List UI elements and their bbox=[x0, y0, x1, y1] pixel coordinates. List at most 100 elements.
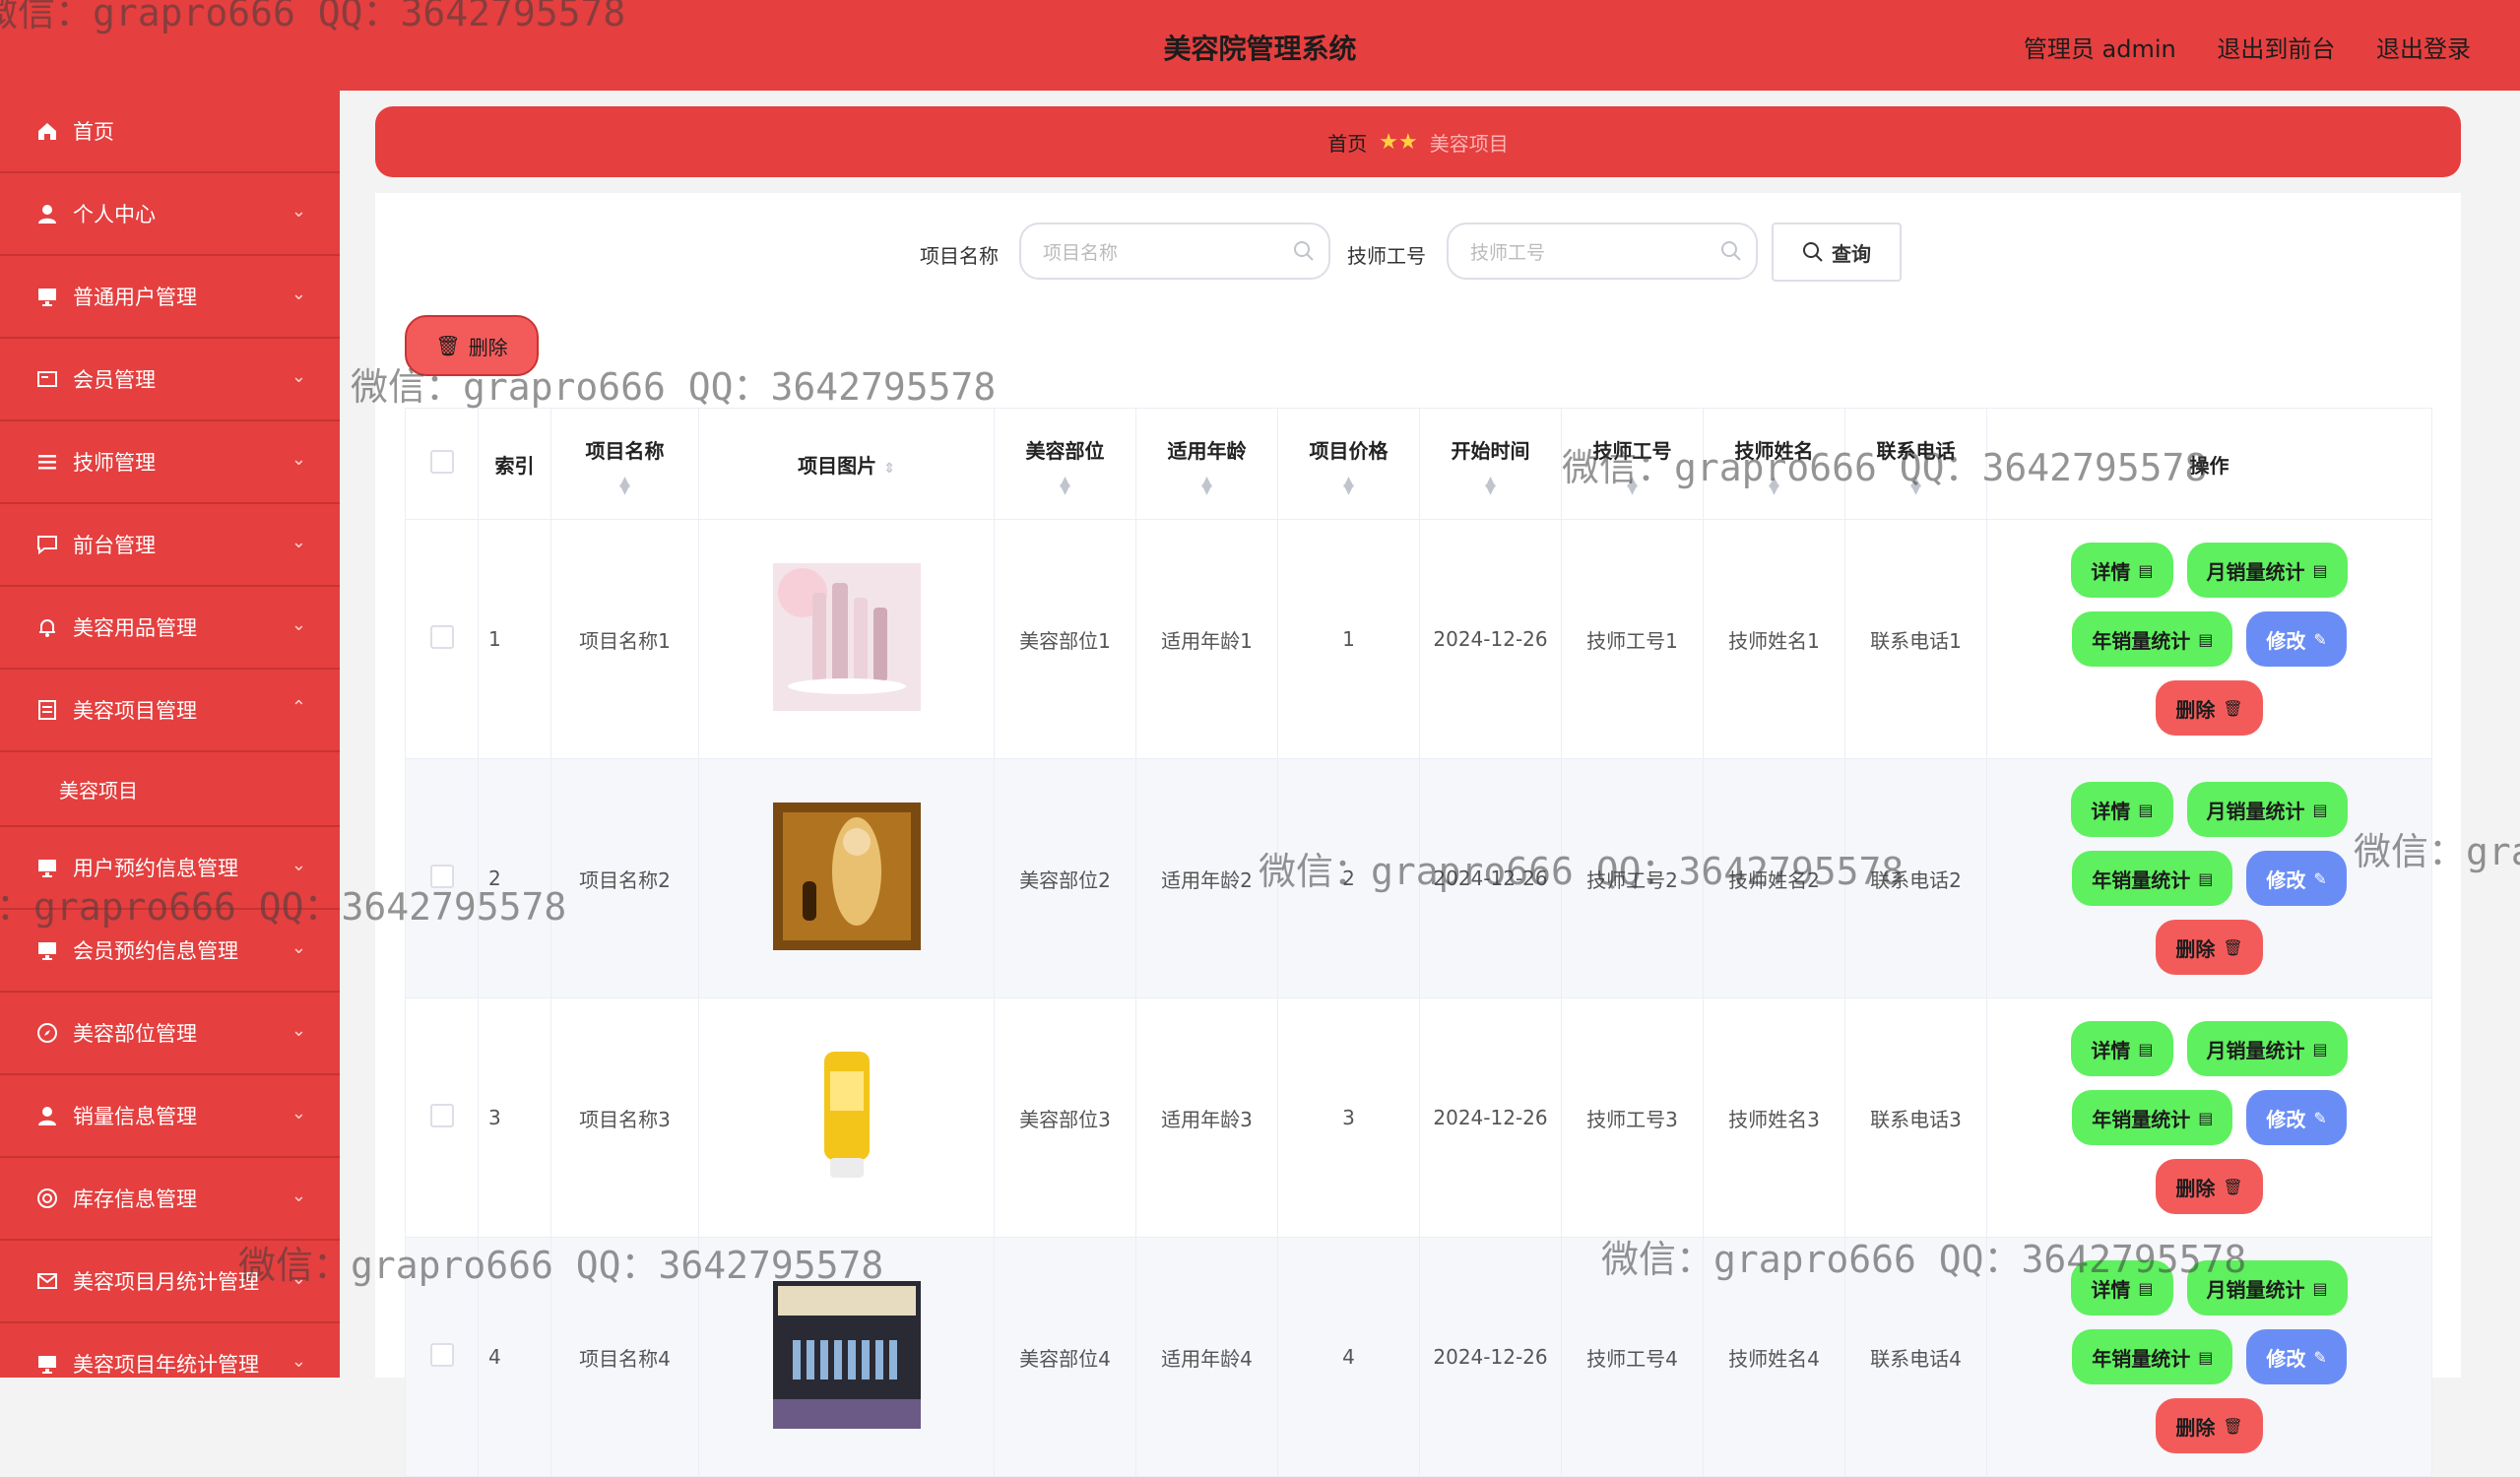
month-stat-button[interactable]: 月销量统计 ▤ bbox=[2186, 1260, 2348, 1316]
sidebar-item[interactable]: 普通用户管理 ⌄ bbox=[0, 256, 340, 339]
product-image bbox=[772, 1280, 921, 1434]
table-row[interactable]: 3 项目名称3 美容部位3 适用年龄3 3 2024-12-26 技师工号3 技师姓名3 联系电… bbox=[405, 997, 2432, 1238]
row-delete-button[interactable]: 删除 🗑 bbox=[2156, 1159, 2263, 1214]
edit-button[interactable]: 修改 ✎ bbox=[2246, 1090, 2347, 1145]
row-delete-label: 删除 bbox=[2175, 1176, 2216, 1200]
year-stat-label: 年销量统计 bbox=[2092, 628, 2191, 653]
year-stat-button[interactable]: 年销量统计 ▤ bbox=[2072, 1090, 2233, 1145]
table-row[interactable]: 2 项目名称2 美容部位2 适用年龄2 2 2024-12-26 技师工号2 技师姓名2 联系电… bbox=[405, 758, 2432, 998]
project-name-input[interactable]: 项目名称 bbox=[1019, 223, 1330, 280]
sidebar-item[interactable]: 个人中心 ⌄ bbox=[0, 173, 340, 256]
col-header-time[interactable]: 开始时间 ▲ ▼ bbox=[1419, 408, 1562, 520]
user-icon bbox=[35, 202, 59, 225]
cell-price: 1 bbox=[1277, 519, 1420, 759]
col-header-part[interactable]: 美容部位 ▲ ▼ bbox=[994, 408, 1136, 520]
sidebar-item[interactable]: 美容部位管理 ⌄ bbox=[0, 993, 340, 1075]
table-row[interactable]: 1 项目名称1 美容部位1 适用年龄1 1 2024-12-26 技师工号1 技师姓名1 联系电… bbox=[405, 519, 2432, 759]
detail-button[interactable]: 详情 ▤ bbox=[2071, 782, 2173, 837]
chevron-icon: ⌄ bbox=[291, 1103, 306, 1124]
edit-button[interactable]: 修改 ✎ bbox=[2246, 611, 2347, 667]
col-header-age[interactable]: 适用年龄 ▲ ▼ bbox=[1135, 408, 1278, 520]
sidebar-item-label: 美容项目月统计管理 bbox=[73, 1270, 259, 1294]
col-header-name[interactable]: 项目名称 ▲ ▼ bbox=[550, 408, 699, 520]
logout-link[interactable]: 退出登录 bbox=[2376, 35, 2471, 63]
edit-button[interactable]: 修改 ✎ bbox=[2246, 1329, 2347, 1384]
sort-icon[interactable]: ▲ ▼ bbox=[552, 475, 697, 496]
sidebar-item[interactable]: 用户预约信息管理 ⌄ bbox=[0, 827, 340, 910]
technician-no-input[interactable]: 技师工号 bbox=[1447, 223, 1758, 280]
sidebar-item[interactable]: 前台管理 ⌄ bbox=[0, 504, 340, 587]
table-row[interactable]: 4 项目名称4 美容部位4 适用年龄4 4 2024-12-26 技师工号4 技师姓名4 联系电… bbox=[405, 1237, 2432, 1477]
month-stat-button[interactable]: 月销量统计 ▤ bbox=[2186, 1021, 2348, 1076]
batch-delete-button[interactable]: 🗑 删除 bbox=[405, 315, 539, 376]
detail-label: 详情 bbox=[2091, 1277, 2131, 1302]
chevron-icon: ⌄ bbox=[291, 366, 306, 387]
detail-button[interactable]: 详情 ▤ bbox=[2071, 543, 2173, 598]
month-stat-button[interactable]: 月销量统计 ▤ bbox=[2186, 543, 2348, 598]
breadcrumb-home[interactable]: 首页 bbox=[1327, 128, 1367, 157]
row-delete-button[interactable]: 删除 🗑 bbox=[2156, 1398, 2263, 1453]
sort-icon[interactable]: ▲ ▼ bbox=[996, 475, 1134, 496]
sidebar-item[interactable]: 美容项目管理 ⌃ bbox=[0, 670, 340, 752]
col-header-phone[interactable]: 联系电话 ▲ ▼ bbox=[1844, 408, 1987, 520]
sidebar-item[interactable]: 销量信息管理 ⌄ bbox=[0, 1075, 340, 1158]
row-checkbox[interactable] bbox=[405, 519, 479, 759]
sidebar-item[interactable]: 美容用品管理 ⌄ bbox=[0, 587, 340, 670]
top-bar: 美容院管理系统 管理员 admin 退出到前台 退出登录 bbox=[0, 0, 2520, 91]
row-delete-button[interactable]: 删除 🗑 bbox=[2156, 920, 2263, 975]
col-header-image[interactable]: 项目图片 ⇕ bbox=[698, 408, 995, 520]
sort-icon[interactable]: ▲ ▼ bbox=[1137, 475, 1276, 496]
sort-icon[interactable]: ▲ ▼ bbox=[1705, 475, 1843, 496]
sort-icon[interactable]: ▲ ▼ bbox=[1421, 475, 1560, 496]
col-header-tech-name[interactable]: 技师姓名 ▲ ▼ bbox=[1703, 408, 1845, 520]
row-delete-label: 删除 bbox=[2175, 1415, 2216, 1440]
cell-tech-no: 技师工号3 bbox=[1561, 997, 1704, 1238]
sort-icon[interactable]: ▲ ▼ bbox=[1846, 475, 1985, 496]
sidebar-item-label: 美容项目年统计管理 bbox=[73, 1353, 259, 1377]
admin-label[interactable]: 管理员 admin bbox=[2024, 35, 2176, 63]
cell-actions: 详情 ▤ 月销量统计 ▤ 年销量统计 ▤ 修改 ✎ 删除 🗑 bbox=[1986, 1237, 2432, 1477]
main-panel: 项目名称 项目名称 技师工号 技师工号 查询 🗑 删除 索引 项目名称 ▲ ▼ … bbox=[375, 193, 2461, 1477]
sidebar-item[interactable]: 会员管理 ⌄ bbox=[0, 339, 340, 421]
edit-button[interactable]: 修改 ✎ bbox=[2246, 851, 2347, 906]
row-checkbox[interactable] bbox=[405, 1237, 479, 1477]
detail-button[interactable]: 详情 ▤ bbox=[2071, 1021, 2173, 1076]
sidebar-item[interactable]: 库存信息管理 ⌄ bbox=[0, 1158, 340, 1241]
sidebar-item[interactable]: 美容项目月统计管理 ⌄ bbox=[0, 1241, 340, 1323]
col-header-price[interactable]: 项目价格 ▲ ▼ bbox=[1277, 408, 1420, 520]
edit-label: 修改 bbox=[2266, 1346, 2306, 1371]
sidebar-item-label: 用户预约信息管理 bbox=[73, 857, 238, 880]
year-stat-button[interactable]: 年销量统计 ▤ bbox=[2072, 1329, 2233, 1384]
cell-age: 适用年龄2 bbox=[1135, 758, 1278, 998]
product-image bbox=[772, 1041, 921, 1194]
select-all-checkbox[interactable] bbox=[405, 408, 479, 520]
breadcrumb-current: 美容项目 bbox=[1429, 131, 1509, 156]
sidebar-item[interactable]: 技师管理 ⌄ bbox=[0, 421, 340, 504]
mail-icon bbox=[35, 1269, 59, 1293]
doc-icon: ▤ bbox=[2312, 1278, 2328, 1298]
detail-label: 详情 bbox=[2091, 559, 2131, 584]
row-checkbox[interactable] bbox=[405, 758, 479, 998]
month-stat-button[interactable]: 月销量统计 ▤ bbox=[2186, 782, 2348, 837]
cell-tech-name: 技师姓名4 bbox=[1703, 1237, 1845, 1477]
row-checkbox[interactable] bbox=[405, 997, 479, 1238]
sidebar-item[interactable]: 首页 bbox=[0, 91, 340, 173]
back-to-front-link[interactable]: 退出到前台 bbox=[2217, 35, 2335, 63]
year-stat-button[interactable]: 年销量统计 ▤ bbox=[2072, 851, 2233, 906]
col-header-tech-no[interactable]: 技师工号 ▲ ▼ bbox=[1561, 408, 1704, 520]
detail-button[interactable]: 详情 ▤ bbox=[2071, 1260, 2173, 1316]
sidebar-item[interactable]: 美容项目年统计管理 ⌄ bbox=[0, 1323, 340, 1378]
sort-icon[interactable]: ⇕ bbox=[883, 461, 895, 477]
doc-icon: ▤ bbox=[2198, 868, 2214, 888]
sort-icon[interactable]: ▲ ▼ bbox=[1563, 475, 1702, 496]
sidebar-subitem-beauty-project[interactable]: 美容项目 bbox=[0, 752, 340, 827]
sort-icon[interactable]: ▲ ▼ bbox=[1279, 475, 1418, 496]
list-icon bbox=[35, 450, 59, 474]
row-delete-button[interactable]: 删除 🗑 bbox=[2156, 680, 2263, 736]
year-stat-button[interactable]: 年销量统计 ▤ bbox=[2072, 611, 2233, 667]
cell-part: 美容部位3 bbox=[994, 997, 1136, 1238]
doc-icon: ▤ bbox=[2198, 1347, 2214, 1367]
sidebar-item[interactable]: 会员预约信息管理 ⌄ bbox=[0, 910, 340, 993]
query-button[interactable]: 查询 bbox=[1772, 223, 1902, 282]
cell-name: 项目名称2 bbox=[550, 758, 699, 998]
